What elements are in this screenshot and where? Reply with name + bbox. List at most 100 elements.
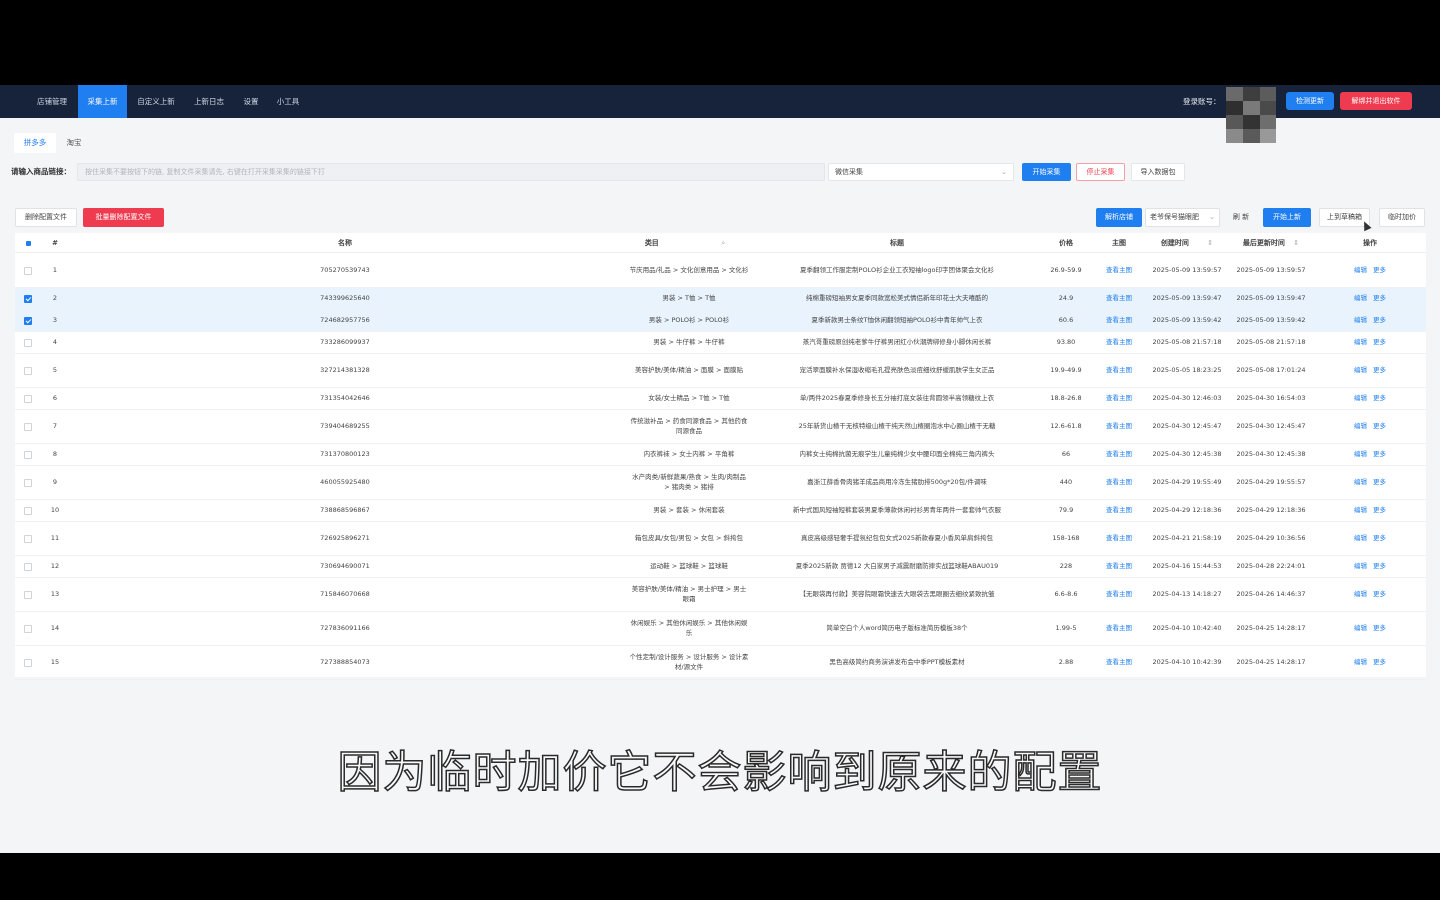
row-checkbox[interactable] bbox=[24, 366, 32, 375]
view-main-image-link[interactable]: 查看主图 bbox=[1099, 288, 1139, 309]
temp-markup-button[interactable]: 临时加价 bbox=[1379, 208, 1425, 227]
edit-link[interactable]: 编辑 bbox=[1354, 338, 1367, 347]
refresh-button[interactable]: 刷 新 bbox=[1227, 208, 1255, 227]
stop-collect-button[interactable]: 停止采集 bbox=[1076, 163, 1125, 181]
view-main-image-link[interactable]: 查看主图 bbox=[1099, 254, 1139, 287]
more-link[interactable]: 更多 bbox=[1373, 294, 1386, 303]
select-all-checkbox[interactable] bbox=[23, 233, 33, 253]
edit-link[interactable]: 编辑 bbox=[1354, 624, 1367, 633]
more-link[interactable]: 更多 bbox=[1373, 394, 1386, 403]
table-row[interactable]: 10 738868596867 男装 > 套装 > 休闲套装 新中式国风短袖短裤套装男… bbox=[15, 500, 1426, 522]
parse-shop-button[interactable]: 解析店铺 bbox=[1096, 208, 1142, 227]
table-row[interactable]: 5 327214381328 美容护肤/美体/精油 > 面膜 > 面膜贴 宠活翠面膜补… bbox=[15, 354, 1426, 388]
product-url-input[interactable]: 按住采集不要按钮下的链, 复制文件采集请先, 右键在打开采集采集的链接下打 bbox=[77, 163, 825, 181]
nav-item-collect-upload[interactable]: 采集上新 bbox=[78, 85, 127, 118]
tab-taobao[interactable]: 淘宝 bbox=[58, 133, 90, 153]
table-row[interactable]: 15 727388854073 个性定制/设计服务 > 设计服务 > 设计素材/源文… bbox=[15, 646, 1426, 680]
row-checkbox[interactable] bbox=[24, 534, 32, 543]
nav-item-custom-upload[interactable]: 自定义上新 bbox=[131, 85, 181, 118]
edit-link[interactable]: 编辑 bbox=[1354, 590, 1367, 599]
view-main-image-link[interactable]: 查看主图 bbox=[1099, 578, 1139, 611]
edit-link[interactable]: 编辑 bbox=[1354, 478, 1367, 487]
edit-link[interactable]: 编辑 bbox=[1354, 422, 1367, 431]
more-link[interactable]: 更多 bbox=[1373, 506, 1386, 515]
table-row[interactable]: 12 730694690071 运动鞋 > 篮球鞋 > 篮球鞋 夏季2025新款 贾德… bbox=[15, 556, 1426, 578]
view-main-image-link[interactable]: 查看主图 bbox=[1099, 354, 1139, 387]
more-link[interactable]: 更多 bbox=[1373, 450, 1386, 459]
header-updated[interactable]: 最后更新时间 ⇕ bbox=[1231, 233, 1311, 253]
edit-link[interactable]: 编辑 bbox=[1354, 534, 1367, 543]
view-main-image-link[interactable]: 查看主图 bbox=[1099, 646, 1139, 679]
nav-item-settings[interactable]: 设置 bbox=[238, 85, 264, 118]
edit-link[interactable]: 编辑 bbox=[1354, 394, 1367, 403]
row-checkbox[interactable] bbox=[24, 450, 32, 459]
more-link[interactable]: 更多 bbox=[1373, 624, 1386, 633]
edit-link[interactable]: 编辑 bbox=[1354, 366, 1367, 375]
row-checkbox[interactable] bbox=[24, 338, 32, 347]
view-main-image-link[interactable]: 查看主图 bbox=[1099, 612, 1139, 645]
table-row[interactable]: 3 724682957756 男装 > POLO衫 > POLO衫 夏季新款男士条纹T… bbox=[15, 310, 1426, 332]
table-row[interactable]: 9 460055925480 水产肉类/新鲜蔬果/熟食 > 生肉/肉制品 > 猪肉类… bbox=[15, 466, 1426, 500]
table-row[interactable]: 11 726925896271 箱包皮具/女包/男包 > 女包 > 斜挎包 真皮高级感… bbox=[15, 522, 1426, 556]
table-row[interactable]: 6 731354042646 女装/女士精品 > T恤 > T恤 单/两件2025春夏… bbox=[15, 388, 1426, 410]
row-checkbox[interactable] bbox=[24, 562, 32, 571]
shop-select[interactable]: 老爷保号猫眼肥 ⌄ bbox=[1145, 208, 1220, 227]
tab-pinduoduo[interactable]: 拼多多 bbox=[14, 133, 56, 153]
nav-item-tools[interactable]: 小工具 bbox=[271, 85, 305, 118]
edit-link[interactable]: 编辑 bbox=[1354, 506, 1367, 515]
more-link[interactable]: 更多 bbox=[1373, 338, 1386, 347]
more-link[interactable]: 更多 bbox=[1373, 562, 1386, 571]
collect-mode-select[interactable]: 微信采集 ⌄ bbox=[828, 163, 1014, 181]
header-created[interactable]: 创建时间 ⇕ bbox=[1147, 233, 1227, 253]
row-checkbox[interactable] bbox=[24, 266, 32, 275]
sort-icon[interactable]: ⇕ bbox=[1207, 239, 1213, 247]
edit-link[interactable]: 编辑 bbox=[1354, 450, 1367, 459]
more-link[interactable]: 更多 bbox=[1373, 316, 1386, 325]
batch-delete-config-button[interactable]: 批量删除配置文件 bbox=[83, 208, 164, 227]
more-link[interactable]: 更多 bbox=[1373, 658, 1386, 667]
table-row[interactable]: 2 743399625640 男装 > T恤 > T恤 纯棉重磅短袖男女夏季同款宽松美… bbox=[15, 288, 1426, 310]
more-link[interactable]: 更多 bbox=[1373, 534, 1386, 543]
table-row[interactable]: 4 733286099937 男装 > 牛仔裤 > 牛仔裤 蒸汽哥重磅原创纯老爹牛仔裤… bbox=[15, 332, 1426, 354]
row-checkbox[interactable] bbox=[24, 658, 32, 667]
row-checkbox[interactable] bbox=[24, 590, 32, 599]
more-link[interactable]: 更多 bbox=[1373, 422, 1386, 431]
unbind-exit-button[interactable]: 解绑并退出软件 bbox=[1340, 92, 1412, 110]
view-main-image-link[interactable]: 查看主图 bbox=[1099, 444, 1139, 465]
view-main-image-link[interactable]: 查看主图 bbox=[1099, 310, 1139, 331]
view-main-image-link[interactable]: 查看主图 bbox=[1099, 410, 1139, 443]
more-link[interactable]: 更多 bbox=[1373, 590, 1386, 599]
table-row[interactable]: 8 731370800123 内衣裤袜 > 女士内裤 > 平角裤 内裤女士纯棉抗菌无痕… bbox=[15, 444, 1426, 466]
nav-item-upload-log[interactable]: 上新日志 bbox=[186, 85, 232, 118]
more-link[interactable]: 更多 bbox=[1373, 266, 1386, 275]
check-update-button[interactable]: 检测更新 bbox=[1286, 92, 1334, 110]
row-checkbox[interactable] bbox=[24, 316, 32, 325]
nav-item-shop-manage[interactable]: 店铺管理 bbox=[28, 85, 76, 118]
view-main-image-link[interactable]: 查看主图 bbox=[1099, 466, 1139, 499]
search-icon[interactable]: ⌕ bbox=[721, 239, 725, 247]
view-main-image-link[interactable]: 查看主图 bbox=[1099, 500, 1139, 521]
sort-icon[interactable]: ⇕ bbox=[1293, 239, 1299, 247]
row-checkbox[interactable] bbox=[24, 422, 32, 431]
more-link[interactable]: 更多 bbox=[1373, 366, 1386, 375]
view-main-image-link[interactable]: 查看主图 bbox=[1099, 522, 1139, 555]
view-main-image-link[interactable]: 查看主图 bbox=[1099, 556, 1139, 577]
edit-link[interactable]: 编辑 bbox=[1354, 658, 1367, 667]
delete-config-button[interactable]: 删除配置文件 bbox=[15, 208, 77, 227]
table-row[interactable]: 1 705270539743 节庆用品/礼品 > 文化创意用品 > 文化衫 夏季翻领工… bbox=[15, 254, 1426, 288]
row-checkbox[interactable] bbox=[24, 506, 32, 515]
start-collect-button[interactable]: 开始采集 bbox=[1022, 163, 1071, 181]
edit-link[interactable]: 编辑 bbox=[1354, 316, 1367, 325]
row-checkbox[interactable] bbox=[24, 624, 32, 633]
edit-link[interactable]: 编辑 bbox=[1354, 294, 1367, 303]
view-main-image-link[interactable]: 查看主图 bbox=[1099, 388, 1139, 409]
edit-link[interactable]: 编辑 bbox=[1354, 562, 1367, 571]
table-row[interactable]: 7 739404689255 传统滋补品 > 药食同源食品 > 其他药食同源食品 25… bbox=[15, 410, 1426, 444]
start-upload-button[interactable]: 开始上新 bbox=[1263, 208, 1311, 227]
table-row[interactable]: 14 727836091166 休闲娱乐 > 其他休闲娱乐 > 其他休闲娱乐 简单空白… bbox=[15, 612, 1426, 646]
import-data-button[interactable]: 导入数据包 bbox=[1131, 163, 1185, 181]
more-link[interactable]: 更多 bbox=[1373, 478, 1386, 487]
row-checkbox[interactable] bbox=[24, 394, 32, 403]
table-row[interactable]: 13 715846070668 美容护肤/美体/精油 > 男士护理 > 男士眼霜 【无… bbox=[15, 578, 1426, 612]
edit-link[interactable]: 编辑 bbox=[1354, 266, 1367, 275]
